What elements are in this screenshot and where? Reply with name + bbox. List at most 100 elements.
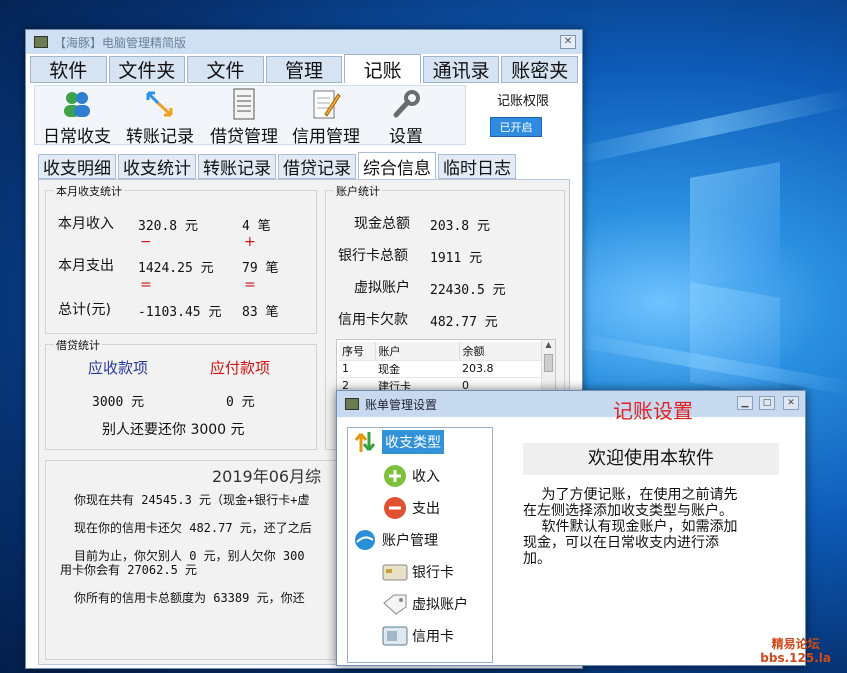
receivable-value: 3000 元 xyxy=(92,395,145,410)
watermark-line: bbs.125.la xyxy=(760,651,831,665)
summary-line: 你所有的信用卡总额度为 63389 元，你还 xyxy=(74,591,305,605)
toolbar-label: 信用管理 xyxy=(292,127,360,147)
tag-icon xyxy=(382,592,408,616)
scroll-up-arrow-icon[interactable]: ▲ xyxy=(542,340,555,352)
tree-node-virtual-account[interactable]: 虚拟账户 xyxy=(382,592,468,616)
tree-label: 收支类型 xyxy=(382,430,444,454)
bank-value: 1911 元 xyxy=(430,251,483,266)
permission-label: 记账权限 xyxy=(496,94,549,109)
transfer-records-button[interactable]: 转账记录 xyxy=(121,88,199,147)
loan-management-button[interactable]: 借贷管理 xyxy=(205,88,283,147)
tree-label: 信用卡 xyxy=(412,629,454,645)
income-value: 320.8 元 xyxy=(138,219,198,234)
income-count: 4 笔 xyxy=(242,219,271,234)
group-title: 借贷统计 xyxy=(54,337,102,353)
toolbar: 日常收支 转账记录 借贷管理 信用管理 设置 xyxy=(34,85,466,147)
ledger-icon xyxy=(227,88,261,120)
column-header[interactable]: 账户 xyxy=(375,342,460,361)
tab-folders[interactable]: 文件夹 xyxy=(108,56,186,83)
permission-toggle-button[interactable]: 已开启 xyxy=(490,117,542,137)
tab-loan-records[interactable]: 借贷记录 xyxy=(278,154,356,179)
table-header-row: 序号 账户 余额 xyxy=(339,342,555,361)
window-title: 【海豚】电脑管理精简版 xyxy=(54,35,187,50)
tree-label: 支出 xyxy=(412,501,440,517)
tab-software[interactable]: 软件 xyxy=(30,56,107,83)
payable-label: 应付款项 xyxy=(210,359,271,377)
intro-line: 为了方便记账，在使用之前请先 xyxy=(523,487,738,503)
minimize-button[interactable]: ▁ xyxy=(737,396,753,410)
title-bar: 【海豚】电脑管理精简版 ✕ xyxy=(26,30,582,54)
daily-income-expense-button[interactable]: 日常收支 xyxy=(39,88,115,147)
table-row[interactable]: 1 现金 203.8 xyxy=(339,360,555,378)
tab-income-expense-detail[interactable]: 收支明细 xyxy=(38,154,116,179)
receivable-label: 应收款项 xyxy=(88,359,149,377)
equals-sign: = xyxy=(244,277,256,293)
minus-sign: − xyxy=(140,234,152,250)
equals-sign: = xyxy=(140,277,152,293)
summary-line: 现在你的信用卡还欠 482.77 元，还了之后 xyxy=(74,521,312,535)
dialog-title-bar: 账单管理设置 xyxy=(337,391,805,417)
total-label: 总计(元) xyxy=(58,302,111,318)
globe-icon xyxy=(352,528,378,552)
cash-label: 现金总额 xyxy=(354,216,410,232)
maximize-button[interactable]: □ xyxy=(759,396,775,410)
tree-node-income-expense-types[interactable]: 收支类型 xyxy=(352,430,444,454)
app-icon xyxy=(34,36,48,48)
wrench-icon xyxy=(389,88,423,120)
plus-sign: + xyxy=(244,234,256,250)
summary-heading: 2019年06月综 xyxy=(212,467,322,486)
main-tab-bar: 软件 文件夹 文件 管理 记账 通讯录 账密夹 xyxy=(30,54,579,83)
close-button[interactable]: ✕ xyxy=(783,396,799,410)
tree-label: 银行卡 xyxy=(412,565,454,581)
payable-value: 0 元 xyxy=(226,395,255,410)
bank-card-icon xyxy=(382,560,408,584)
credit-debt-label: 信用卡欠款 xyxy=(338,312,408,328)
watermark-line: 精易论坛 xyxy=(771,637,820,651)
tab-contacts[interactable]: 通讯录 xyxy=(422,56,500,83)
tree-node-bank-card[interactable]: 银行卡 xyxy=(382,560,454,584)
scroll-thumb[interactable] xyxy=(544,354,553,372)
column-header[interactable]: 序号 xyxy=(339,342,376,361)
bank-label: 银行卡总额 xyxy=(338,248,408,264)
tree-node-credit-card[interactable]: 信用卡 xyxy=(382,624,454,648)
intro-line: 在左侧选择添加收支类型与账户。 xyxy=(523,503,733,519)
close-button[interactable]: ✕ xyxy=(560,35,576,49)
tab-overview[interactable]: 综合信息 xyxy=(358,152,436,179)
tree-node-expense[interactable]: 支出 xyxy=(382,496,440,520)
credit-management-button[interactable]: 信用管理 xyxy=(287,88,365,147)
tree-node-account-management[interactable]: 账户管理 xyxy=(352,528,438,552)
tree-node-income[interactable]: 收入 xyxy=(382,464,440,488)
group-title: 本月收支统计 xyxy=(54,183,124,199)
credit-debt-value: 482.77 元 xyxy=(430,315,498,330)
cash-value: 203.8 元 xyxy=(430,219,490,234)
toolbar-label: 转账记录 xyxy=(126,127,194,147)
forum-watermark: 精易论坛 bbs.125.la xyxy=(760,637,831,665)
plus-circle-icon xyxy=(382,464,408,488)
wallpaper-window-pane xyxy=(690,282,780,398)
bill-settings-dialog: 账单管理设置 记账设置 ▁ □ ✕ 收支类型 收入 支出 账户管理 银行卡 虚拟… xyxy=(336,390,806,666)
tab-transfer-records[interactable]: 转账记录 xyxy=(198,154,276,179)
tab-manage[interactable]: 管理 xyxy=(265,56,343,83)
table-scrollbar[interactable]: ▲ xyxy=(541,340,555,396)
toolbar-label: 日常收支 xyxy=(43,127,111,147)
tab-temp-log[interactable]: 临时日志 xyxy=(438,154,516,179)
account-table-grid: 序号 账户 余额 1 现金 203.8 2 建行卡 0 xyxy=(339,342,555,395)
tab-bookkeeping[interactable]: 记账 xyxy=(344,54,421,83)
users-icon xyxy=(60,88,94,120)
wallpaper-window-pane xyxy=(690,162,780,288)
credit-card-icon xyxy=(382,624,408,648)
virtual-label: 虚拟账户 xyxy=(354,280,410,296)
expense-count: 79 笔 xyxy=(242,261,279,276)
dialog-title: 账单管理设置 xyxy=(365,397,438,412)
settings-button[interactable]: 设置 xyxy=(381,88,431,147)
account-table: 序号 账户 余额 1 现金 203.8 2 建行卡 0 ▲ xyxy=(336,339,556,397)
tab-files[interactable]: 文件 xyxy=(187,56,264,83)
tab-password-vault[interactable]: 账密夹 xyxy=(501,56,579,83)
tab-income-expense-stats[interactable]: 收支统计 xyxy=(118,154,196,179)
loan-stats-group: 借贷统计 应收款项 应付款项 3000 元 0 元 别人还要还你 3000 元 xyxy=(45,337,317,450)
intro-line: 现金，可以在日常收支内进行添 xyxy=(523,535,719,551)
welcome-banner: 欢迎使用本软件 xyxy=(523,443,779,475)
virtual-value: 22430.5 元 xyxy=(430,283,506,298)
intro-line: 软件默认有现金账户，如需添加 xyxy=(523,519,738,535)
tree-label: 虚拟账户 xyxy=(412,597,468,613)
